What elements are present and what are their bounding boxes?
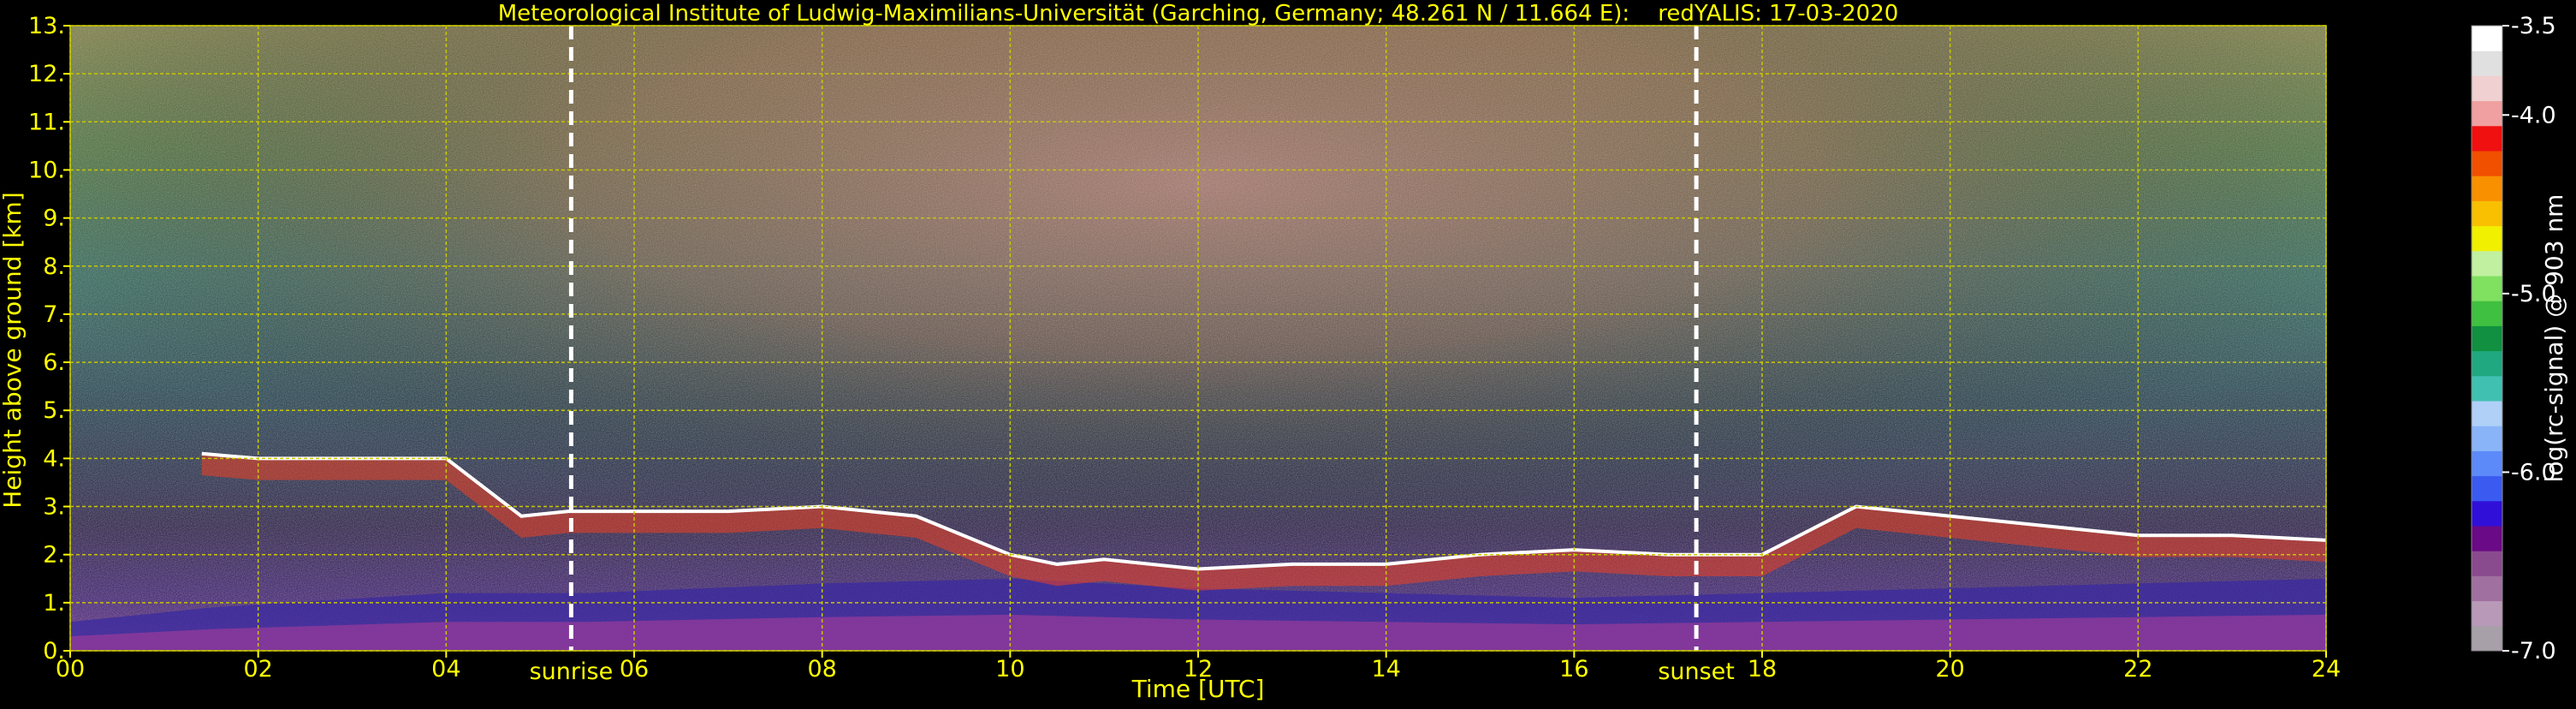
y-tick-label: 13.: [28, 13, 65, 39]
y-tick-label: 9.: [43, 206, 65, 232]
colorbar-segment: [2472, 250, 2502, 277]
y-tick-label: 7.: [43, 301, 65, 328]
colorbar-segment: [2472, 375, 2502, 402]
colorbar-segment: [2472, 625, 2502, 652]
colorbar-segment: [2472, 450, 2502, 477]
x-tick-label: 06: [620, 656, 649, 682]
x-tick-label: 08: [807, 656, 836, 682]
colorbar-segment: [2472, 276, 2502, 301]
colorbar-segment: [2472, 100, 2502, 127]
colorbar-segment: [2472, 26, 2502, 51]
colorbar-segment: [2472, 426, 2502, 451]
x-tick-label: 24: [2312, 656, 2341, 682]
colorbar-segment: [2472, 526, 2502, 551]
colorbar-segment: [2472, 500, 2502, 527]
y-tick-label: 12.: [28, 61, 65, 87]
lidar-chart: sunrise sunset 00 02 04 06 08 10 12 14 16 18 20 22 24…: [0, 0, 2576, 706]
colorbar-segment: [2472, 200, 2502, 227]
y-tick-label: 1.: [43, 590, 65, 617]
y-axis-label: Height above ground [km]: [0, 192, 27, 509]
colorbar-segment: [2472, 325, 2502, 352]
colorbar-segment: [2472, 301, 2502, 326]
colorbar-label: log(rc-signal) @ 903 nm: [2540, 194, 2568, 483]
x-axis-label: Time [UTC]: [1131, 675, 1265, 703]
x-tick-label: 14: [1371, 656, 1400, 682]
x-tick-label: 22: [2123, 656, 2152, 682]
colorbar-tick-label: -3.5: [2511, 13, 2556, 39]
y-tick-label: 6.: [43, 349, 65, 376]
x-tick-label: 18: [1748, 656, 1777, 682]
colorbar-segment: [2472, 51, 2502, 76]
x-tick-label: 16: [1559, 656, 1588, 682]
chart-svg: sunrise sunset 00 02 04 06 08 10 12 14 16 18 20 22 24…: [0, 1, 2568, 703]
colorbar-segment: [2472, 575, 2502, 602]
y-tick-label: 3.: [43, 494, 65, 521]
colorbar-segment: [2472, 401, 2502, 426]
colorbar-segment: [2472, 125, 2502, 152]
y-tick-label: 4.: [43, 445, 65, 472]
y-tick-label: 10.: [28, 157, 65, 183]
x-tick-label: 10: [995, 656, 1024, 682]
x-tick-label: 20: [1935, 656, 1964, 682]
x-tick-label: 02: [243, 656, 272, 682]
y-tick-label: 8.: [43, 253, 65, 280]
colorbar-segment: [2472, 475, 2502, 502]
colorbar-segment: [2472, 551, 2502, 576]
colorbar-tick-label: -7.0: [2511, 638, 2556, 664]
chart-title: Meteorological Institute of Ludwig-Maxim…: [498, 1, 1899, 27]
y-tick-label: 11.: [28, 109, 65, 135]
x-tick-label: 04: [431, 656, 460, 682]
y-tick-label: 0.: [43, 638, 65, 664]
colorbar-segment: [2472, 600, 2502, 627]
colorbar-segment: [2472, 350, 2502, 377]
y-tick-label: 2.: [43, 542, 65, 569]
colorbar-segment: [2472, 75, 2502, 102]
colorbar-segment: [2472, 151, 2502, 176]
colorbar-tick-label: -4.0: [2511, 102, 2556, 128]
y-tick-label: 5.: [43, 397, 65, 424]
annotation-label: sunset: [1658, 658, 1735, 685]
colorbar-segment: [2472, 225, 2502, 252]
colorbar-segment: [2472, 176, 2502, 201]
annotation-label: sunrise: [530, 658, 614, 685]
